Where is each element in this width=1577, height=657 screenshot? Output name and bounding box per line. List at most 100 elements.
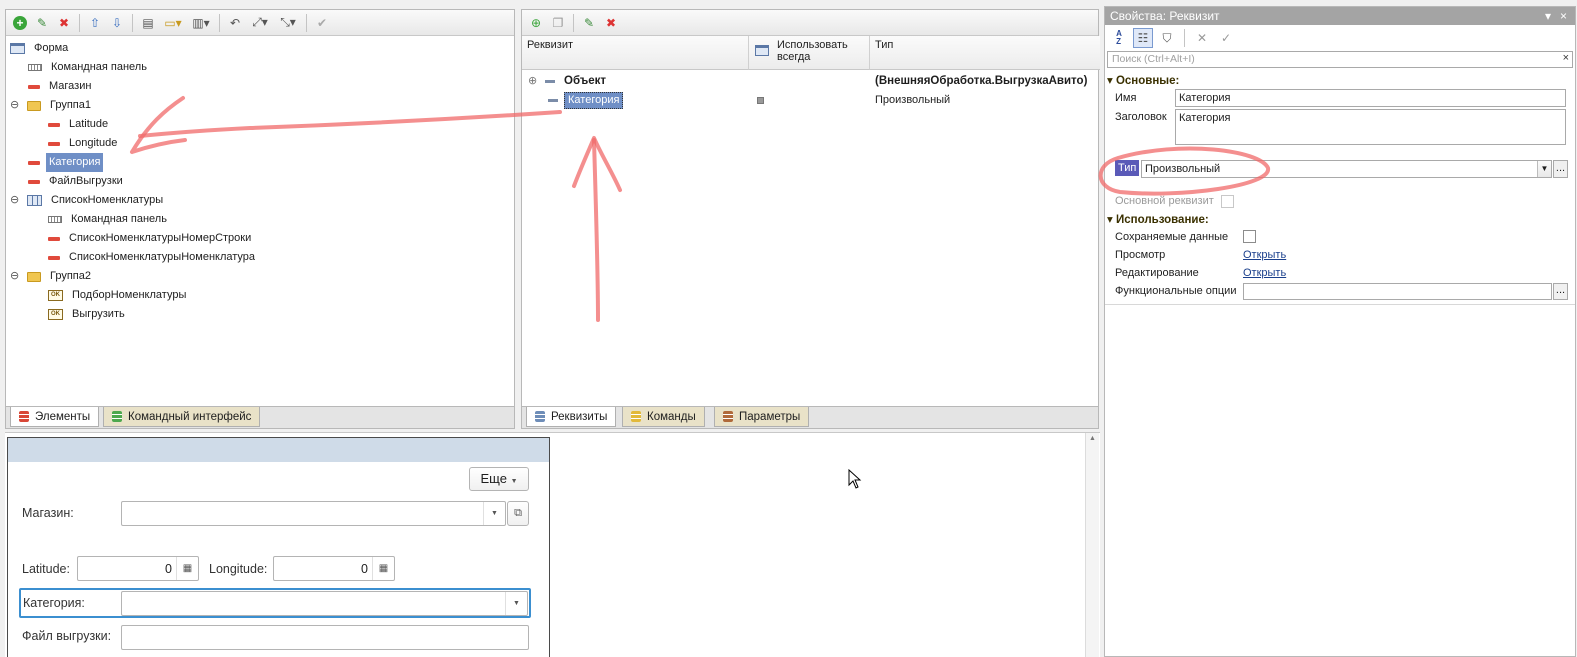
tree-item[interactable]: Longitude <box>48 134 120 153</box>
tree-item[interactable]: ⊖ Группа1 <box>10 96 94 115</box>
field-icon <box>28 160 40 165</box>
category-label: Категория: <box>23 596 85 610</box>
tab-parameters[interactable]: Параметры <box>714 407 810 427</box>
open-shop-button[interactable]: ⧉ <box>507 501 529 526</box>
tab-label: Параметры <box>739 411 801 423</box>
properties-search-input[interactable]: Поиск (Ctrl+Alt+I) × <box>1107 51 1573 68</box>
tab-label: Команды <box>647 411 696 423</box>
group-icon[interactable]: ▭▾ <box>160 13 186 33</box>
file-input[interactable] <box>121 625 529 650</box>
form-icon <box>10 43 25 54</box>
more-button[interactable]: Еще ▼ <box>469 467 529 491</box>
add-icon[interactable]: + <box>10 13 30 33</box>
tree-item[interactable]: ⊖ СписокНоменклатуры <box>10 191 166 210</box>
chevron-down-icon[interactable]: ▼ <box>505 592 527 615</box>
apply-icon[interactable]: ✓ <box>1216 28 1236 48</box>
table-icon <box>755 45 769 56</box>
section-usage[interactable]: ▾ Использование: <box>1107 212 1209 226</box>
cancel-icon[interactable]: ✕ <box>1192 28 1212 48</box>
tree-item[interactable]: OK ПодборНоменклатуры <box>48 286 189 305</box>
collapse-icon[interactable]: ⊖ <box>10 271 19 282</box>
tree-item[interactable]: OK Выгрузить <box>48 305 128 324</box>
calculator-icon[interactable]: ▦ <box>372 557 394 580</box>
type-select[interactable]: Произвольный ▼ <box>1141 160 1552 178</box>
attribute-row-object[interactable]: ⊕ Объект (ВнешняяОбработка.ВыгрузкаАвито… <box>528 72 1098 91</box>
tree-item[interactable]: Форма <box>10 39 71 58</box>
chevron-down-icon[interactable]: ▼ <box>1537 161 1551 177</box>
tree-item[interactable]: ⊖ Группа2 <box>10 267 94 286</box>
form-view-icon[interactable]: ▤ <box>138 13 158 33</box>
categorized-view-icon[interactable]: ☷ <box>1133 28 1153 48</box>
search-placeholder: Поиск (Ctrl+Alt+I) <box>1112 53 1195 65</box>
column-header-type[interactable]: Тип <box>870 36 1100 70</box>
chevron-down-icon[interactable]: ▼ <box>483 502 505 525</box>
calculator-icon[interactable]: ▦ <box>176 557 198 580</box>
tab-attributes[interactable]: Реквизиты <box>526 407 617 427</box>
attribute-name: Категория <box>564 92 624 109</box>
tree-item[interactable]: СписокНоменклатурыНоменклатура <box>48 248 258 267</box>
expand-icon[interactable]: ⊕ <box>528 76 537 87</box>
latitude-input[interactable]: 0 ▦ <box>77 556 199 581</box>
tree-item[interactable]: Магазин <box>28 77 94 96</box>
tree-item-label: Категория <box>46 153 104 172</box>
saved-data-checkbox[interactable] <box>1243 230 1256 243</box>
caption-field[interactable]: Категория <box>1175 109 1566 145</box>
parameters-tab-icon <box>723 411 733 422</box>
view-open-link[interactable]: Открыть <box>1243 246 1286 264</box>
undo-icon[interactable]: ↶ <box>225 13 245 33</box>
tab-commands[interactable]: Команды <box>622 407 705 427</box>
close-icon[interactable]: × <box>1560 7 1567 25</box>
functional-options-ellipsis-button[interactable]: ... <box>1553 283 1568 300</box>
expand-icon[interactable]: ⤡▾ <box>275 13 301 33</box>
column-header-use-always[interactable]: Использовать всегда <box>749 36 870 70</box>
delete-icon[interactable]: ✖ <box>601 13 621 33</box>
attribute-row-category[interactable]: Категория Произвольный <box>528 91 1098 110</box>
functional-options-field[interactable] <box>1243 283 1552 300</box>
add-attribute-icon[interactable]: ⊕ <box>526 13 546 33</box>
delete-icon[interactable]: ✖ <box>54 13 74 33</box>
collapse-icon[interactable]: ⊖ <box>10 100 19 111</box>
filter-icon[interactable]: ⛉ <box>1157 28 1177 48</box>
name-field[interactable]: Категория <box>1175 89 1566 107</box>
sort-alpha-icon[interactable]: AZ <box>1109 28 1129 48</box>
collapse-icon[interactable]: ⊖ <box>10 195 19 206</box>
tree-item[interactable]: Командная панель <box>28 58 150 77</box>
edit-open-link[interactable]: Открыть <box>1243 264 1286 282</box>
tree-item[interactable]: Командная панель <box>48 210 170 229</box>
category-input[interactable]: ▼ <box>121 591 528 616</box>
tab-label: Командный интерфейс <box>128 411 252 423</box>
tree-item[interactable]: Latitude <box>48 115 111 134</box>
type-ellipsis-button[interactable]: ... <box>1553 160 1568 178</box>
tree-item[interactable]: ФайлВыгрузки <box>28 172 126 191</box>
tree-item[interactable]: Категория <box>28 153 104 172</box>
tab-command-interface[interactable]: Командный интерфейс <box>103 407 261 427</box>
move-down-icon[interactable]: ⇩ <box>107 13 127 33</box>
attributes-tab-strip: Реквизиты Команды Параметры <box>522 406 1098 428</box>
main-attribute-checkbox[interactable] <box>1221 195 1234 208</box>
tree-item[interactable]: СписокНоменклатурыНомерСтроки <box>48 229 254 248</box>
tree-item-label: Группа1 <box>50 99 91 111</box>
clear-search-icon[interactable]: × <box>1563 52 1569 64</box>
form-preview-scrollbar[interactable]: ▲ <box>1085 433 1099 657</box>
column-header-attribute[interactable]: Реквизит <box>522 36 749 70</box>
move-up-icon[interactable]: ⇧ <box>85 13 105 33</box>
pin-icon[interactable]: ▾ <box>1545 7 1551 25</box>
longitude-input[interactable]: 0 ▦ <box>273 556 395 581</box>
section-main[interactable]: ▾ Основные: <box>1107 73 1179 87</box>
shop-input[interactable]: ▼ <box>121 501 506 526</box>
properties-divider <box>1105 304 1575 305</box>
copy-icon[interactable]: ❐ <box>548 13 568 33</box>
resize-icon[interactable]: ⤢▾ <box>247 13 273 33</box>
layout-icon[interactable]: ▥▾ <box>188 13 214 33</box>
edit-pencil-icon[interactable]: ✎ <box>32 13 52 33</box>
check-icon[interactable]: ✔ <box>312 13 332 33</box>
latitude-value: 0 <box>165 562 172 576</box>
tab-label: Реквизиты <box>551 411 608 423</box>
use-always-checkbox[interactable] <box>757 97 764 104</box>
tab-elements[interactable]: Элементы <box>10 407 100 427</box>
saved-data-label: Сохраняемые данные <box>1115 231 1229 243</box>
file-label: Файл выгрузки: <box>22 629 112 643</box>
edit-pencil-icon[interactable]: ✎ <box>579 13 599 33</box>
scroll-up-icon[interactable]: ▲ <box>1089 435 1096 442</box>
longitude-value: 0 <box>361 562 368 576</box>
